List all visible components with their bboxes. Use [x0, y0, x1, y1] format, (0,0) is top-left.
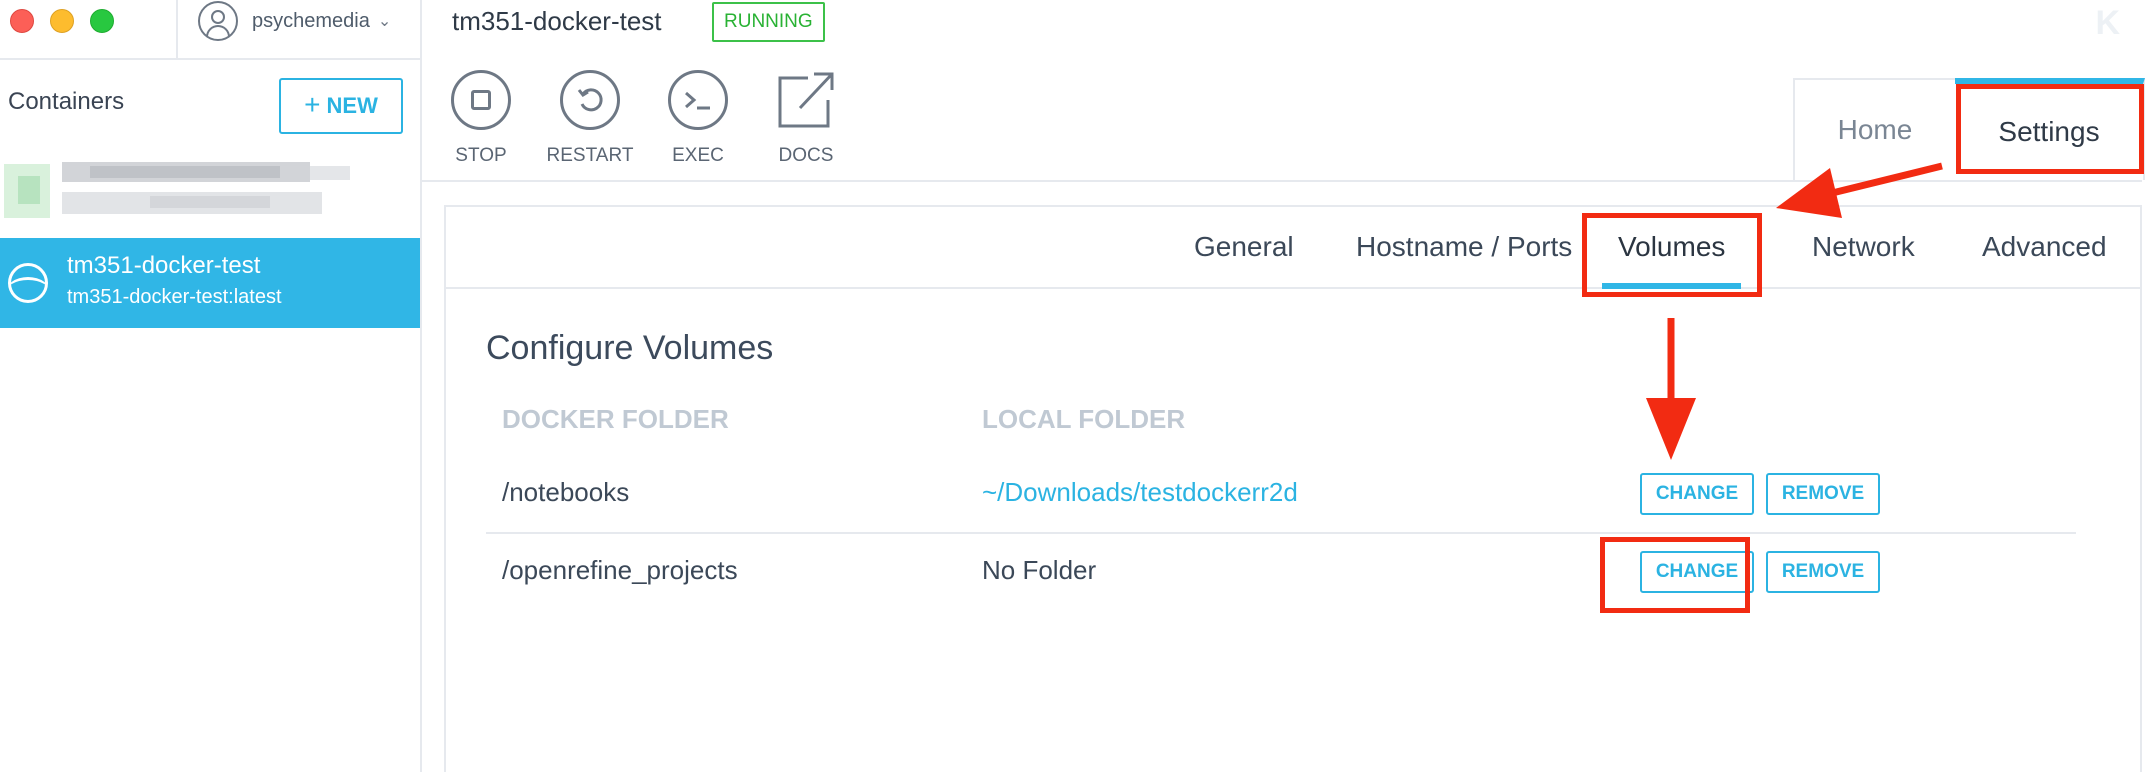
subtab-volumes-label: Volumes	[1618, 231, 1726, 262]
new-button-label: NEW	[326, 93, 378, 118]
subtab-advanced[interactable]: Advanced	[1982, 207, 2107, 287]
container-image: tm351-docker-test:latest	[67, 286, 282, 308]
user-avatar-icon	[198, 1, 238, 41]
plus-icon: +	[304, 88, 321, 120]
subtab-general[interactable]: General	[1194, 207, 1294, 287]
active-tab-underline	[1602, 283, 1742, 289]
settings-subtabs: General Hostname / Ports Volumes Network…	[446, 207, 2140, 289]
column-header-docker-folder: DOCKER FOLDER	[502, 404, 729, 434]
container-name: tm351-docker-test	[67, 252, 261, 279]
terminal-icon	[668, 70, 728, 130]
toolbar-divider	[422, 180, 2142, 182]
container-title: tm351-docker-test	[452, 6, 662, 36]
status-badge: RUNNING	[712, 2, 825, 42]
stop-label: STOP	[455, 145, 507, 166]
tab-settings[interactable]: Settings	[1955, 78, 2145, 180]
restart-icon	[560, 70, 620, 130]
settings-panel: General Hostname / Ports Volumes Network…	[444, 205, 2142, 772]
remove-volume-button[interactable]: REMOVE	[1766, 473, 1880, 515]
exec-label: EXEC	[672, 145, 724, 166]
containers-heading: Containers	[8, 88, 125, 115]
user-menu[interactable]: psychemedia ⌄	[198, 0, 391, 42]
tab-home[interactable]: Home	[1793, 78, 1955, 180]
sidebar: psychemedia ⌄ Containers + NEW tm351-doc…	[0, 0, 422, 772]
section-title: Configure Volumes	[486, 329, 774, 367]
stop-icon	[451, 70, 511, 130]
column-header-local-folder: LOCAL FOLDER	[982, 404, 1186, 434]
chevron-down-icon: ⌄	[377, 13, 392, 30]
restart-button[interactable]: RESTART	[535, 70, 645, 167]
volume-local-path-link[interactable]: ~/Downloads/testdockerr2d	[982, 477, 1298, 508]
subtab-hostname-ports[interactable]: Hostname / Ports	[1356, 207, 1572, 287]
divider	[176, 0, 178, 58]
docs-label: DOCS	[778, 145, 834, 166]
container-list-item-blurred[interactable]	[0, 158, 420, 228]
minimize-window-button[interactable]	[50, 9, 74, 33]
main-area: tm351-docker-test RUNNING K STOP RESTART…	[422, 0, 2150, 772]
close-window-button[interactable]	[10, 9, 34, 33]
volume-docker-path: /openrefine_projects	[502, 555, 738, 585]
username: psychemedia	[252, 9, 370, 32]
zoom-window-button[interactable]	[90, 9, 114, 33]
row-divider	[486, 532, 2076, 534]
volume-docker-path: /notebooks	[502, 477, 630, 507]
subtab-network[interactable]: Network	[1812, 207, 1915, 287]
stop-button[interactable]: STOP	[426, 70, 536, 167]
external-link-icon	[776, 70, 836, 130]
volume-local-path: No Folder	[982, 555, 1097, 585]
app-logo-icon: K	[2095, 4, 2120, 42]
docs-button[interactable]: DOCS	[751, 70, 861, 167]
remove-volume-button[interactable]: REMOVE	[1766, 551, 1880, 593]
window-titlebar: psychemedia ⌄	[0, 0, 420, 60]
change-volume-button[interactable]: CHANGE	[1640, 473, 1754, 515]
restart-label: RESTART	[546, 145, 634, 166]
container-list-item-active[interactable]: tm351-docker-test tm351-docker-test:late…	[0, 238, 420, 328]
exec-button[interactable]: EXEC	[643, 70, 753, 167]
change-volume-button[interactable]: CHANGE	[1640, 551, 1754, 593]
new-container-button[interactable]: + NEW	[279, 78, 403, 134]
subtab-volumes[interactable]: Volumes	[1602, 207, 1742, 289]
container-icon	[8, 263, 48, 303]
